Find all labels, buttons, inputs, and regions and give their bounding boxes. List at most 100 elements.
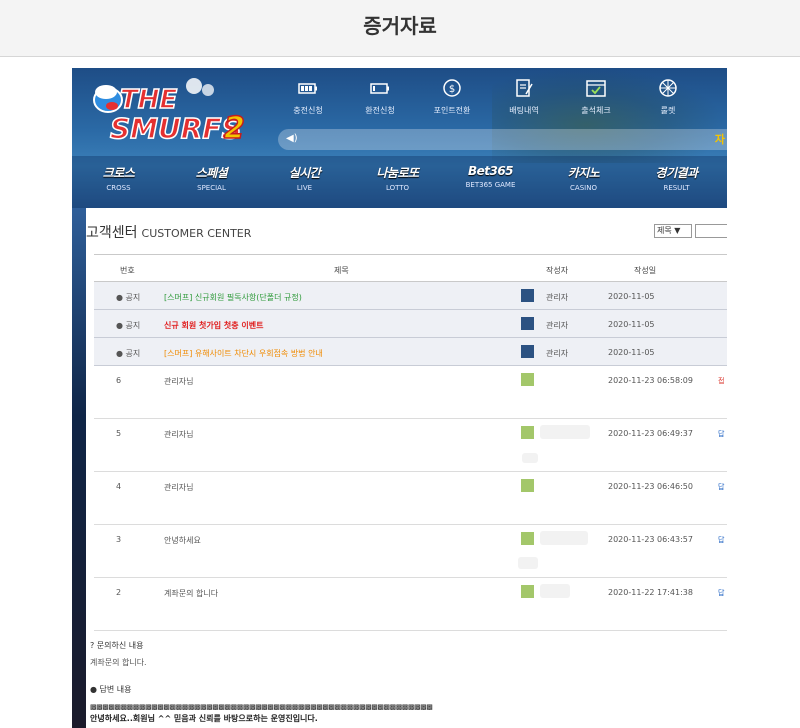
notice-author: 관리자 xyxy=(546,349,569,358)
post-row[interactable]: 3 안녕하세요 2020-11-23 06:43:57 답 xyxy=(94,525,727,578)
icon-menu-deposit[interactable]: 충전신청 xyxy=(272,76,344,116)
section-title: 고객센터 CUSTOMER CENTER xyxy=(86,222,251,242)
notice-title[interactable]: [스머프] 신규회원 필독사항(단폴더 규정) xyxy=(164,292,302,303)
document-edit-icon xyxy=(516,79,533,97)
icon-menu-betting[interactable]: 배팅내역 xyxy=(488,76,560,116)
nav-item-label: 스페셜 xyxy=(195,166,228,180)
icon-menu-label: 배팅내역 xyxy=(509,106,539,115)
notice-row[interactable]: ● 공지 [스머프] 유해사이트 차단시 우회접속 방법 안내 관리자 2020… xyxy=(94,338,727,366)
icon-menu-label: 포인트전환 xyxy=(433,106,471,115)
svg-text:THE: THE xyxy=(120,85,177,115)
author-level-icon xyxy=(521,345,534,358)
nav-item-sub: LOTTO xyxy=(385,184,410,192)
question-text: 계좌문의 합니다. xyxy=(90,658,147,667)
notice-title[interactable]: 신규 회원 첫가입 첫충 이벤트 xyxy=(164,320,263,331)
answer-label: 답변 내용 xyxy=(99,685,132,694)
author-level-icon xyxy=(521,426,534,439)
header-no: 번호 xyxy=(120,266,135,275)
icon-menu-point[interactable]: $ 포인트전환 xyxy=(416,76,488,116)
ticker-more-text: 자 xyxy=(714,133,725,146)
post-no: 3 xyxy=(116,535,122,544)
page-title: 증거자료 xyxy=(363,14,437,38)
speech-bubble-icon: ● xyxy=(90,685,97,694)
notice-date: 2020-11-05 xyxy=(608,292,655,301)
nav-item-sub: LIVE xyxy=(296,184,313,192)
icon-menu-roulette[interactable]: 룰렛 xyxy=(632,76,704,116)
main-nav: 크로스 CROSS 스페셜 SPECIAL 실시간 LIVE 나눔로또 LOTTO Be… xyxy=(72,156,727,208)
header-date: 작성일 xyxy=(634,266,657,275)
post-date: 2020-11-22 17:41:38 xyxy=(608,588,693,597)
nav-item-label: 경기결과 xyxy=(655,166,698,180)
nav-item-casino[interactable]: 카지노 CASINO xyxy=(537,156,630,208)
speech-bubble-icon: ● xyxy=(116,293,123,302)
post-row[interactable]: 5 관리자님 2020-11-23 06:49:37 답 xyxy=(94,419,727,472)
svg-text:2: 2 xyxy=(224,111,245,146)
nav-item-lotto[interactable]: 나눔로또 LOTTO xyxy=(351,156,444,208)
notice-ticker[interactable]: ◀) 자 xyxy=(278,129,727,150)
speaker-icon: ◀) xyxy=(286,133,298,144)
post-status: 답 xyxy=(718,589,725,597)
post-status: 답 xyxy=(718,430,725,438)
nav-item-label: 실시간 xyxy=(288,166,321,180)
icon-menu-label: 환전신청 xyxy=(365,106,395,115)
notice-row[interactable]: ● 공지 [스머프] 신규회원 필독사항(단폴더 규정) 관리자 2020-11… xyxy=(94,282,727,310)
screenshot-frame: THE SMURFS 2 충전신청 환전신청 $ 포인트전환 배팅내역 출석체크… xyxy=(72,68,727,728)
post-date: 2020-11-23 06:43:57 xyxy=(608,535,693,544)
battery-empty-icon xyxy=(370,83,389,94)
nav-item-sub: RESULT xyxy=(663,184,690,192)
speech-bubble-icon: ● xyxy=(116,349,123,358)
post-date: 2020-11-23 06:46:50 xyxy=(608,482,693,491)
nav-item-sub: BET365 GAME xyxy=(465,181,516,189)
notice-date: 2020-11-05 xyxy=(608,348,655,357)
icon-menu-attendance[interactable]: 출석체크 xyxy=(560,76,632,116)
post-status: 접 xyxy=(718,377,725,385)
notice-title[interactable]: [스머프] 유해사이트 차단시 우회접속 방법 안내 xyxy=(164,348,323,359)
post-row[interactable]: 6 관리자님 2020-11-23 06:58:09 접 xyxy=(94,366,727,419)
post-no: 5 xyxy=(116,429,122,438)
post-title[interactable]: 안녕하세요 xyxy=(164,535,201,546)
icon-menu-label: 룰렛 xyxy=(660,106,676,115)
site-header: THE SMURFS 2 충전신청 환전신청 $ 포인트전환 배팅내역 출석체크… xyxy=(72,68,727,208)
nav-item-sub: SPECIAL xyxy=(197,184,226,192)
board-table: 번호 제목 작성자 작성일 ● 공지 [스머프] 신규회원 필독사항(단폴더 규… xyxy=(94,254,727,631)
roulette-wheel-icon xyxy=(659,79,677,97)
notice-badge: ● 공지 xyxy=(116,348,156,359)
post-row[interactable]: 2 계좌문의 합니다 2020-11-22 17:41:38 답 xyxy=(94,578,727,631)
nav-item-label: 크로스 xyxy=(102,166,135,180)
notice-date: 2020-11-05 xyxy=(608,320,655,329)
notice-row[interactable]: ● 공지 신규 회원 첫가입 첫충 이벤트 관리자 2020-11-05 xyxy=(94,310,727,338)
chevron-down-icon: ▼ xyxy=(674,226,681,235)
svg-text:SMURFS: SMURFS xyxy=(110,112,242,145)
question-label: ? 문의하신 내용 xyxy=(90,641,144,650)
nav-item-label: Bet365 xyxy=(467,164,514,178)
nav-item-live[interactable]: 실시간 LIVE xyxy=(258,156,351,208)
notice-author: 관리자 xyxy=(546,321,569,330)
post-title[interactable]: 관리자님 xyxy=(164,482,193,493)
answer-text: 안녕하세요..회원님 ^^ 믿음과 신뢰를 바탕으로하는 운영진입니다. xyxy=(90,714,318,723)
author-level-icon xyxy=(521,317,534,330)
post-title[interactable]: 계좌문의 합니다 xyxy=(164,588,218,599)
notice-no: 공지 xyxy=(125,321,141,330)
page-header: 증거자료 xyxy=(0,0,800,57)
section-title-ko: 고객센터 xyxy=(86,225,138,241)
nav-item-label: 카지노 xyxy=(567,166,600,180)
nav-item-bet365[interactable]: Bet365 BET365 GAME xyxy=(444,156,537,208)
icon-menu-withdraw[interactable]: 환전신청 xyxy=(344,76,416,116)
post-row[interactable]: 4 관리자님 2020-11-23 06:46:50 답 xyxy=(94,472,727,525)
nav-item-cross[interactable]: 크로스 CROSS xyxy=(72,156,165,208)
nav-item-label: 나눔로또 xyxy=(376,166,419,180)
icon-menu-label: 출석체크 xyxy=(581,106,611,115)
author-level-icon xyxy=(521,479,534,492)
background-strip xyxy=(72,208,86,728)
board-search: 제목 ▼ xyxy=(654,224,727,238)
nav-item-result[interactable]: 경기결과 RESULT xyxy=(630,156,723,208)
author-level-icon xyxy=(521,585,534,598)
header-author: 작성자 xyxy=(546,266,569,275)
search-field-select[interactable]: 제목 ▼ xyxy=(654,224,692,238)
post-title[interactable]: 관리자님 xyxy=(164,429,193,440)
post-title[interactable]: 관리자님 xyxy=(164,376,193,387)
site-logo[interactable]: THE SMURFS 2 xyxy=(84,76,254,146)
notice-badge: ● 공지 xyxy=(116,320,156,331)
search-input[interactable] xyxy=(695,224,727,238)
nav-item-special[interactable]: 스페셜 SPECIAL xyxy=(165,156,258,208)
